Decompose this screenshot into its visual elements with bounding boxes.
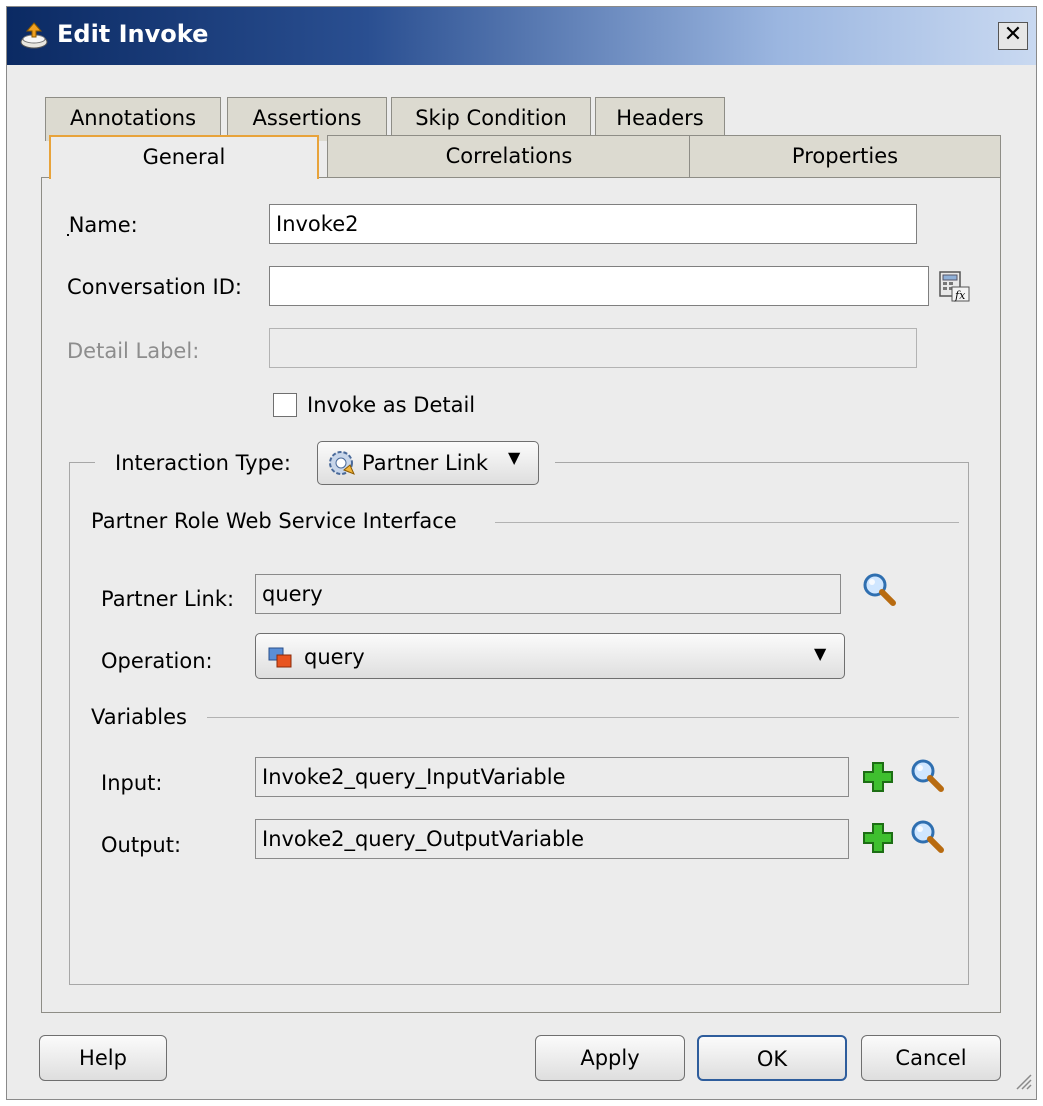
conversation-id-field[interactable] — [269, 266, 929, 306]
dialog-title: Edit Invoke — [57, 20, 209, 48]
ok-button[interactable]: OK — [697, 1035, 847, 1081]
tab-label: General — [142, 145, 226, 169]
svg-text:fx: fx — [954, 289, 966, 302]
partner-link-label: Partner Link: — [101, 587, 235, 611]
output-variable-field: Invoke2_query_OutputVariable — [255, 819, 849, 859]
title-bar[interactable]: Edit Invoke ✕ — [7, 7, 1036, 65]
tab-correlations[interactable]: Correlations — [327, 135, 691, 179]
apply-button[interactable]: Apply — [535, 1035, 685, 1081]
search-magnifier-icon[interactable] — [861, 571, 897, 607]
tab-label: Skip Condition — [415, 106, 567, 130]
conversation-id-label: Conversation ID: — [67, 275, 242, 299]
search-magnifier-icon[interactable] — [909, 757, 945, 793]
invoke-as-detail-label[interactable]: Invoke as Detail — [307, 393, 475, 417]
invoke-icon — [20, 22, 48, 49]
input-variable-field: Invoke2_query_InputVariable — [255, 757, 849, 797]
tab-label: Assertions — [252, 106, 362, 130]
partner-link-gear-icon — [329, 451, 355, 475]
detail-label-field — [269, 328, 917, 368]
partner-role-separator — [495, 522, 959, 523]
operation-icon — [268, 647, 292, 668]
variables-separator — [207, 717, 959, 718]
tab-label: Annotations — [69, 106, 197, 130]
help-button[interactable]: Help — [39, 1035, 167, 1081]
operation-label: Operation: — [101, 649, 213, 673]
operation-dropdown[interactable]: query ▼ — [255, 633, 845, 679]
tab-label: Properties — [791, 144, 899, 168]
add-plus-icon[interactable] — [861, 760, 895, 794]
input-label: Input: — [101, 771, 163, 795]
tab-label: Headers — [616, 106, 704, 130]
interaction-type-label: Interaction Type: — [115, 451, 291, 475]
name-label-text: Name: — [68, 213, 138, 237]
tab-label: Correlations — [445, 144, 573, 168]
name-field[interactable]: Invoke2 — [269, 204, 917, 244]
dropdown-arrow-icon: ▼ — [814, 644, 827, 663]
output-label: Output: — [101, 833, 182, 857]
interaction-type-dropdown[interactable]: Partner Link ▼ — [317, 441, 539, 485]
cancel-button[interactable]: Cancel — [861, 1035, 1001, 1081]
name-label: NName: — [67, 213, 138, 237]
partner-link-field: query — [255, 574, 841, 614]
tab-properties[interactable]: Properties — [689, 135, 1001, 179]
edit-invoke-dialog: Edit Invoke ✕ Annotations Assertions Ski… — [6, 6, 1037, 1100]
dropdown-arrow-icon: ▼ — [508, 448, 521, 467]
partner-role-section-title: Partner Role Web Service Interface — [91, 509, 457, 533]
variables-section-title: Variables — [91, 705, 187, 729]
interaction-type-value: Partner Link — [362, 451, 488, 475]
interaction-group-box — [69, 462, 969, 985]
resize-grip-icon[interactable] — [1011, 1069, 1033, 1091]
detail-label-label: Detail Label: — [67, 339, 200, 363]
expression-builder-icon[interactable]: fx — [937, 269, 971, 303]
add-plus-icon[interactable] — [861, 821, 895, 855]
operation-value: query — [304, 645, 365, 669]
tab-general[interactable]: General — [49, 135, 319, 179]
close-button[interactable]: ✕ — [998, 22, 1028, 50]
invoke-as-detail-checkbox[interactable] — [273, 393, 297, 417]
search-magnifier-icon[interactable] — [909, 818, 945, 854]
